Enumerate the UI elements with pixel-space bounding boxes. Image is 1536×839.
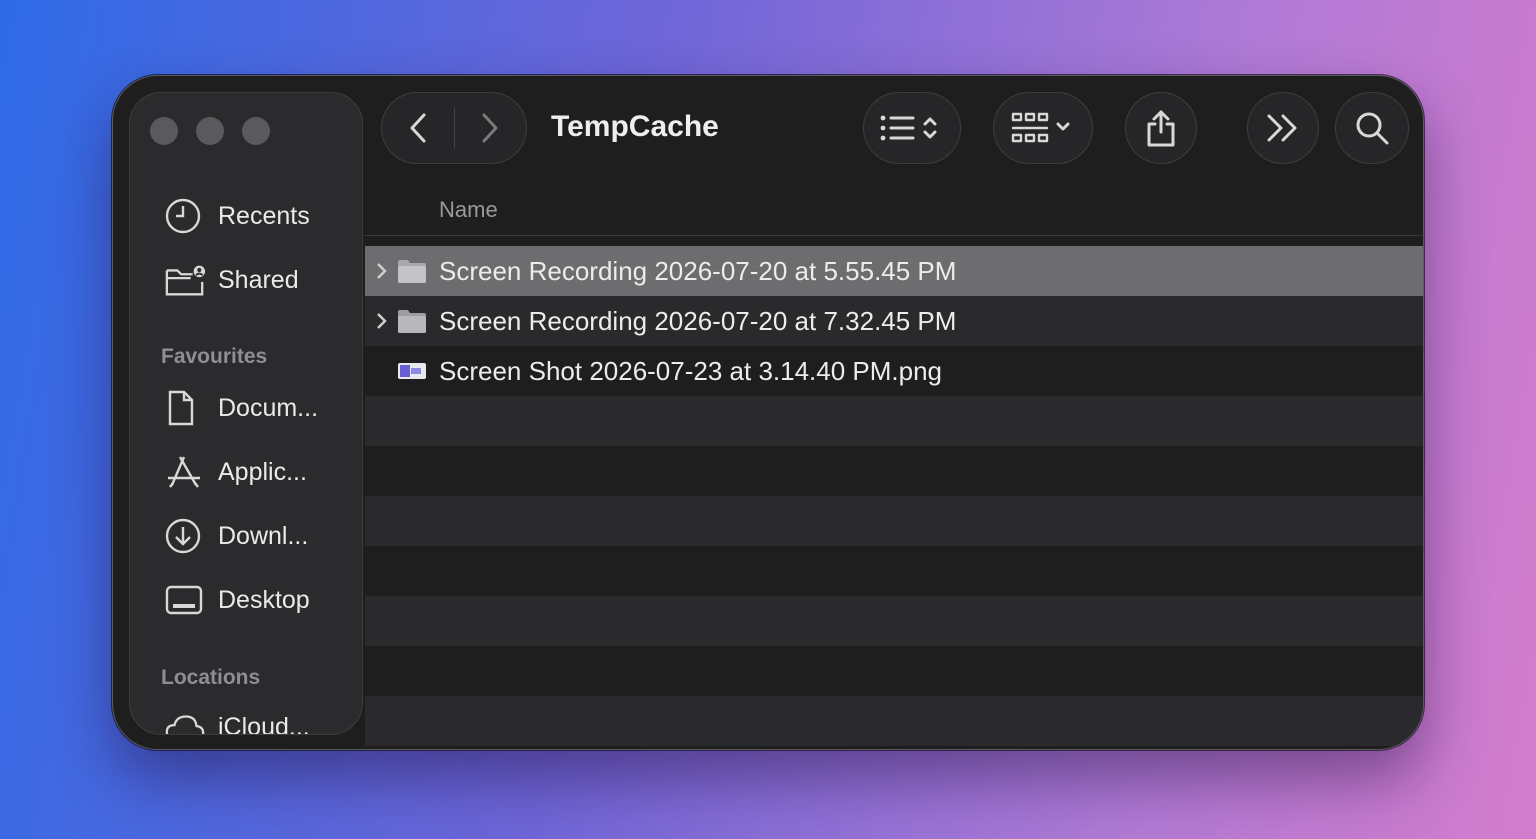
search-icon <box>1356 112 1389 145</box>
name-column-header[interactable]: Name <box>439 197 498 223</box>
finder-window: Recents Shared Favourites Docum... Appli… <box>112 75 1424 750</box>
disclosure-chevron-icon[interactable] <box>375 311 389 336</box>
empty-row <box>365 596 1423 646</box>
nav-buttons-group <box>381 92 527 164</box>
file-list: Screen Recording 2026-07-20 at 5.55.45 P… <box>365 246 1423 746</box>
file-name: Screen Recording 2026-07-20 at 7.32.45 P… <box>439 305 957 336</box>
sidebar-item-downloads[interactable]: Downl... <box>164 516 308 556</box>
empty-row <box>365 496 1423 546</box>
folder-icon <box>397 258 427 289</box>
sidebar: Recents Shared Favourites Docum... Appli… <box>129 92 363 735</box>
empty-row <box>365 696 1423 746</box>
desktop-icon <box>164 580 206 620</box>
icloud-icon <box>164 707 206 734</box>
folder-icon <box>397 308 427 339</box>
applications-icon <box>164 452 206 492</box>
zoom-window-button[interactable] <box>242 117 270 145</box>
forward-button[interactable] <box>455 111 527 145</box>
window-title: TempCache <box>551 110 719 143</box>
empty-row <box>365 546 1423 596</box>
sidebar-item-label: Shared <box>218 265 299 294</box>
clock-icon <box>164 196 206 236</box>
empty-row <box>365 446 1423 496</box>
empty-row <box>365 646 1423 696</box>
sidebar-item-label: Docum... <box>218 393 319 422</box>
favourites-heading: Favourites <box>161 345 268 368</box>
empty-row <box>365 396 1423 446</box>
group-options-button[interactable] <box>993 92 1093 164</box>
view-options-button[interactable] <box>863 92 961 164</box>
search-button[interactable] <box>1335 92 1409 164</box>
sidebar-item-desktop[interactable]: Desktop <box>164 580 310 620</box>
more-toolbar-button[interactable] <box>1247 92 1319 164</box>
table-row[interactable]: Screen Shot 2026-07-23 at 3.14.40 PM.png <box>365 346 1423 396</box>
list-view-icon <box>880 115 937 141</box>
sidebar-item-applications[interactable]: Applic... <box>164 452 307 492</box>
downloads-icon <box>164 516 206 556</box>
grid-group-icon <box>1011 112 1070 143</box>
double-chevron-icon <box>1267 114 1297 142</box>
shared-folder-icon <box>164 260 206 300</box>
minimize-window-button[interactable] <box>196 117 224 145</box>
sidebar-item-label: Downl... <box>218 521 309 550</box>
share-icon <box>1147 110 1175 147</box>
sidebar-item-icloud[interactable]: iCloud... <box>164 707 310 735</box>
sidebar-item-label: Applic... <box>218 457 307 486</box>
sidebar-item-recents[interactable]: Recents <box>164 196 310 236</box>
document-icon <box>164 388 206 428</box>
table-row[interactable]: Screen Recording 2026-07-20 at 5.55.45 P… <box>365 246 1423 296</box>
back-button[interactable] <box>382 111 454 145</box>
image-file-icon <box>397 362 427 387</box>
sidebar-item-shared[interactable]: Shared <box>164 260 299 300</box>
window-controls <box>150 117 270 145</box>
close-window-button[interactable] <box>150 117 178 145</box>
column-header: Name <box>365 176 1423 236</box>
chevron-left-icon <box>410 113 426 143</box>
file-name: Screen Recording 2026-07-20 at 5.55.45 P… <box>439 255 957 286</box>
sidebar-item-label: iCloud... <box>218 712 310 735</box>
file-name: Screen Shot 2026-07-23 at 3.14.40 PM.png <box>439 355 943 386</box>
chevron-right-icon <box>482 113 498 143</box>
locations-heading: Locations <box>161 666 261 689</box>
sidebar-item-label: Recents <box>218 201 310 230</box>
sidebar-item-documents[interactable]: Docum... <box>164 388 318 428</box>
table-row[interactable]: Screen Recording 2026-07-20 at 7.32.45 P… <box>365 296 1423 346</box>
share-button[interactable] <box>1125 92 1197 164</box>
disclosure-chevron-icon[interactable] <box>375 261 389 286</box>
sidebar-item-label: Desktop <box>218 585 310 614</box>
